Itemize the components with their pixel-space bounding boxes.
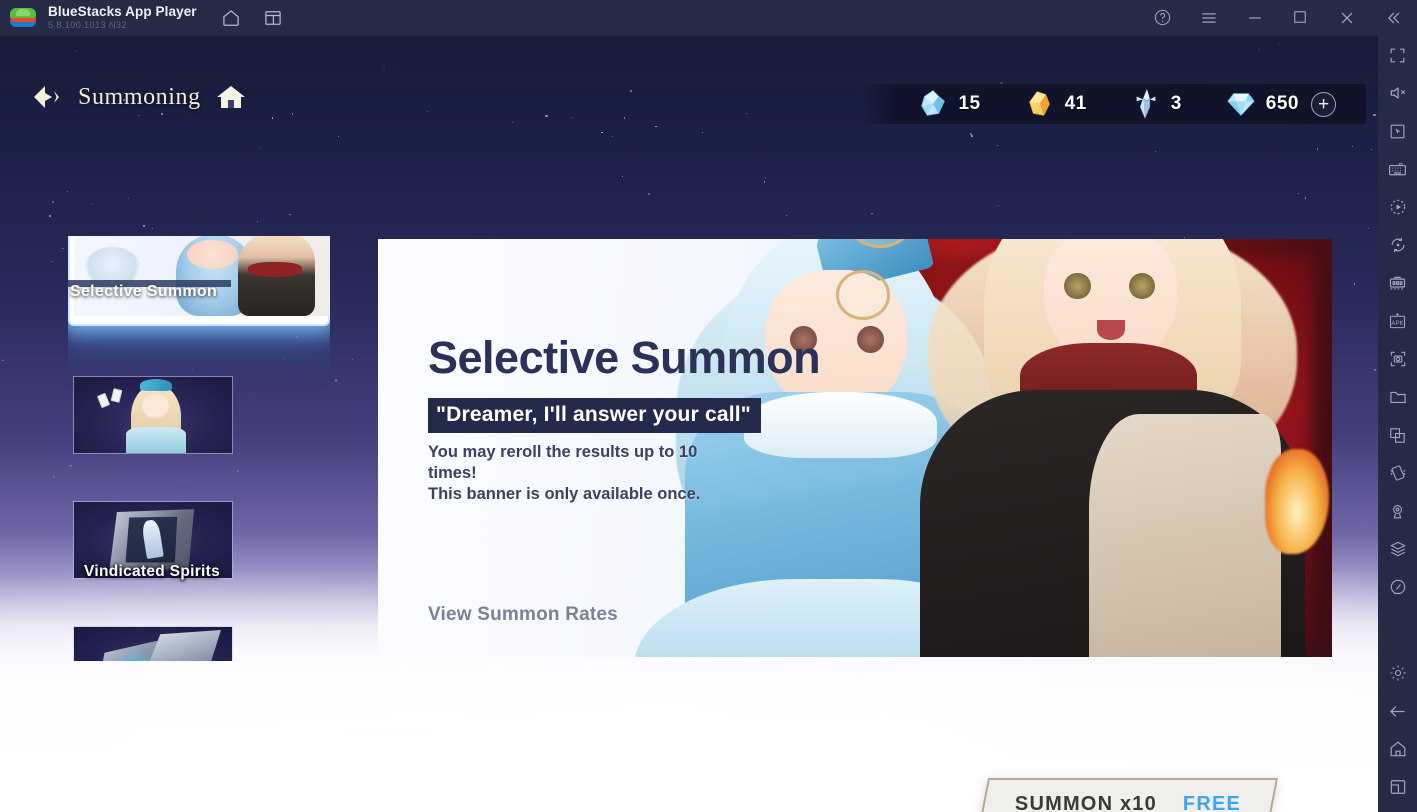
banner-list: Selective Summon	[68, 236, 330, 661]
currency-bar: 15 41 3 650 +	[860, 84, 1366, 124]
currency-value: 650	[1266, 93, 1299, 115]
game-home-icon[interactable]	[215, 83, 247, 111]
add-currency-button[interactable]: +	[1311, 92, 1336, 117]
install-apk-icon[interactable]: APK	[1378, 302, 1417, 340]
screenshot-icon[interactable]	[1378, 340, 1417, 378]
diamond-icon	[1226, 91, 1256, 117]
currency-diamond[interactable]: 650 +	[1204, 91, 1358, 117]
summon-button-cost: FREE	[1183, 793, 1241, 812]
sync-icon[interactable]	[1378, 226, 1417, 264]
minimize-icon[interactable]	[1245, 8, 1265, 28]
shake-icon[interactable]	[1378, 454, 1417, 492]
macro-icon[interactable]	[1378, 188, 1417, 226]
back-icon[interactable]	[1378, 692, 1417, 730]
svg-text:APK: APK	[1391, 320, 1403, 327]
cursor-icon[interactable]	[1378, 112, 1417, 150]
app-title: BlueStacks App Player	[48, 5, 197, 19]
layers-icon[interactable]	[1378, 530, 1417, 568]
maximize-icon[interactable]	[1291, 8, 1311, 28]
currency-value: 41	[1065, 93, 1087, 115]
banner-list-item-label	[144, 459, 160, 463]
mute-icon[interactable]	[1378, 74, 1417, 112]
keyboard-icon[interactable]	[1378, 150, 1417, 188]
banner-list-item-label: Vindicated Spirits	[76, 561, 228, 583]
silver-spike-icon	[1131, 88, 1161, 120]
help-icon[interactable]	[1153, 8, 1173, 28]
gold-shard-icon	[1025, 89, 1055, 119]
currency-blue-crystal[interactable]: 15	[896, 89, 1002, 119]
fullscreen-icon[interactable]	[1378, 36, 1417, 74]
game-viewport: Summoning 15 41 3 650 + Vindicated Spiri…	[0, 36, 1378, 812]
banner-artwork	[74, 236, 330, 316]
bluestacks-titlebar: BlueStacks App Player 5.8.100.1013 N32	[0, 0, 1417, 36]
window-controls	[1153, 8, 1417, 28]
currency-value: 3	[1171, 93, 1182, 115]
meter-icon[interactable]	[1378, 568, 1417, 606]
banner-list-item-label: Selective Summon	[68, 280, 231, 287]
home-icon[interactable]	[1378, 730, 1417, 768]
menu-icon[interactable]	[1199, 8, 1219, 28]
main-banner[interactable]: Selective Summon "Dreamer, I'll answer y…	[378, 239, 1332, 657]
multi-instance-icon[interactable]	[263, 8, 283, 28]
summon-x10-button[interactable]: SUMMON x10 FREE	[978, 778, 1278, 812]
page-title: Summoning	[78, 84, 201, 111]
titlebar-nav-icons	[221, 8, 283, 28]
blue-crystal-icon	[918, 89, 948, 119]
back-arrow-icon[interactable]	[30, 82, 64, 112]
summon-button-label: SUMMON x10	[1015, 793, 1157, 812]
banner-description: You may reroll the results up to 10 time…	[428, 442, 718, 505]
banner-thumbnail	[74, 236, 330, 316]
collapse-icon[interactable]	[1383, 8, 1403, 28]
view-summon-rates-link[interactable]: View Summon Rates	[428, 604, 618, 626]
currency-silver-spike[interactable]: 3	[1109, 88, 1204, 120]
banner-list-item-vindicated-spirits[interactable]: Vindicated Spirits	[71, 501, 233, 579]
app-identity: BlueStacks App Player 5.8.100.1013 N32	[48, 5, 197, 31]
banner-subtitle: "Dreamer, I'll answer your call"	[428, 398, 761, 433]
home-icon[interactable]	[221, 8, 241, 28]
banner-thumbnail	[73, 376, 233, 454]
banner-thumbnail	[73, 626, 233, 661]
banner-artwork	[74, 377, 232, 453]
banner-title: Selective Summon	[428, 335, 820, 380]
banner-list-item-2[interactable]	[71, 376, 233, 454]
banner-artwork	[74, 627, 232, 661]
app-root: BlueStacks App Player 5.8.100.1013 N32 S…	[0, 0, 1417, 812]
location-icon[interactable]	[1378, 492, 1417, 530]
banner-list-item-4[interactable]	[71, 626, 233, 661]
copy-icon[interactable]	[1378, 416, 1417, 454]
character-art-red	[912, 239, 1313, 657]
bluestacks-logo-icon	[10, 7, 36, 29]
game-nav: Summoning	[30, 82, 247, 112]
currency-value: 15	[958, 93, 980, 115]
app-version: 5.8.100.1013 N32	[48, 21, 197, 31]
currency-gold-shard[interactable]: 41	[1003, 89, 1109, 119]
folder-icon[interactable]	[1378, 378, 1417, 416]
settings-icon[interactable]	[1378, 654, 1417, 692]
recents-icon[interactable]	[1378, 768, 1417, 806]
multi-instance-icon[interactable]	[1378, 264, 1417, 302]
bluestacks-sidebar: APK	[1378, 36, 1417, 812]
banner-text-block: Selective Summon "Dreamer, I'll answer y…	[428, 335, 820, 505]
close-icon[interactable]	[1337, 8, 1357, 28]
